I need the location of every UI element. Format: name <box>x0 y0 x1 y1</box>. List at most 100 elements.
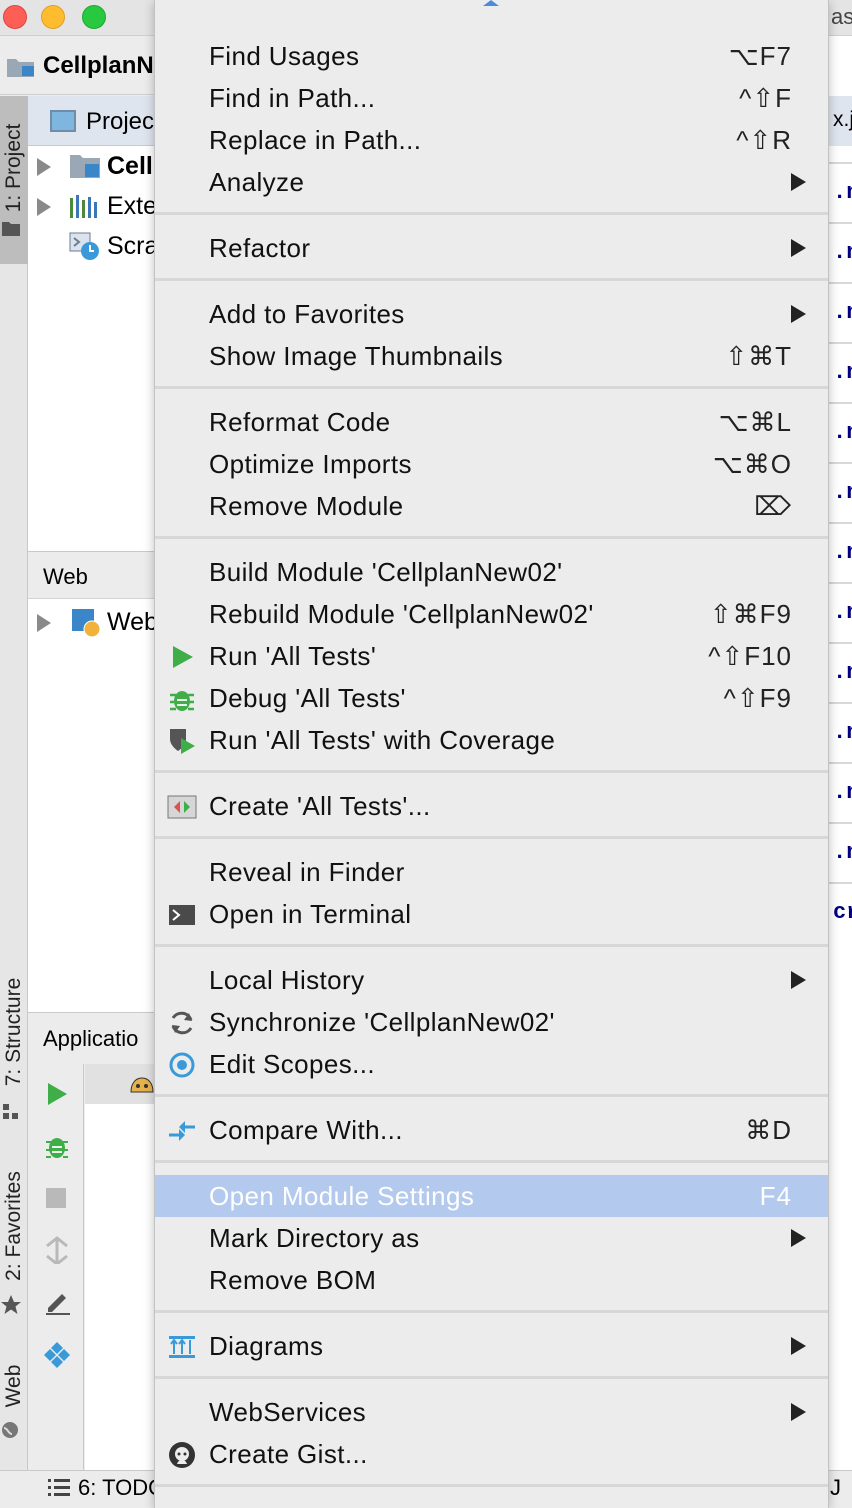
menu-item-shortcut: ^⇧F9 <box>723 683 792 713</box>
servers-icon[interactable] <box>42 1340 72 1370</box>
menu-item-local-history[interactable]: Local History <box>155 959 828 1001</box>
menu-item-label: Refactor <box>209 233 311 263</box>
status-bar-right-tab[interactable]: J <box>830 1475 841 1501</box>
menu-item-label: Analyze <box>209 167 305 197</box>
run-icon[interactable] <box>46 1082 68 1106</box>
menu-item-debug-all-tests[interactable]: Debug 'All Tests' ^⇧F9 <box>155 677 828 719</box>
menu-item-rebuild-module-cellplannew02[interactable]: Rebuild Module 'CellplanNew02' ⇧⌘F9 <box>155 593 828 635</box>
todo-list-icon <box>48 1479 70 1496</box>
code-fragment: .nl <box>833 300 852 325</box>
menu-item-open-in-terminal[interactable]: Open in Terminal <box>155 893 828 935</box>
structure-icon <box>3 1104 18 1119</box>
window-minimize-button[interactable] <box>41 5 65 29</box>
submenu-arrow-icon <box>791 305 806 323</box>
menu-separator <box>155 944 828 947</box>
globe-icon <box>2 1422 18 1438</box>
sync-icon <box>167 1008 197 1038</box>
menu-item-find-in-path[interactable]: Find in Path... ^⇧F <box>155 77 828 119</box>
editor-tab-active-label[interactable]: x.js <box>833 108 852 132</box>
menu-item-label: Show Image Thumbnails <box>209 341 504 371</box>
tree-item-scratches[interactable]: Scra <box>107 232 158 261</box>
menu-item-edit-scopes[interactable]: Edit Scopes... <box>155 1043 828 1085</box>
app-servers-content <box>85 1064 158 1470</box>
menu-item-run-all-tests[interactable]: Run 'All Tests' ^⇧F10 <box>155 635 828 677</box>
submenu-arrow-icon <box>791 1229 806 1247</box>
edit-icon[interactable] <box>44 1288 72 1316</box>
tree-expand-arrow[interactable] <box>37 198 51 216</box>
web-tree-item[interactable]: Web <box>107 608 158 637</box>
tomcat-icon <box>130 1077 154 1093</box>
code-fragment: .nl <box>833 180 852 205</box>
menu-item-remove-bom[interactable]: Remove BOM <box>155 1259 828 1301</box>
menu-item-webservices[interactable]: WebServices <box>155 1391 828 1433</box>
menu-item-open-module-settings[interactable]: Open Module Settings F4 <box>155 1175 828 1217</box>
menu-item-show-image-thumbnails[interactable]: Show Image Thumbnails ⇧⌘T <box>155 335 828 377</box>
menu-item-remove-module[interactable]: Remove Module ⌦ <box>155 485 828 527</box>
menu-item-label: Local History <box>209 965 365 995</box>
deploy-icon[interactable] <box>44 1236 70 1264</box>
menu-item-shortcut: ⌥⌘L <box>718 407 792 437</box>
menu-item-analyze[interactable]: Analyze <box>155 161 828 203</box>
menu-item-shortcut: ^⇧R <box>736 125 792 155</box>
menu-item-create-all-tests[interactable]: Create 'All Tests'... <box>155 785 828 827</box>
menu-item-mark-directory-as[interactable]: Mark Directory as <box>155 1217 828 1259</box>
menu-item-label: Build Module 'CellplanNew02' <box>209 557 563 587</box>
code-fragment: .nl <box>833 660 852 685</box>
scratches-icon <box>69 232 99 260</box>
code-line-rule <box>829 642 852 644</box>
web-module-icon <box>72 609 101 638</box>
menu-separator <box>155 278 828 281</box>
folder-icon <box>2 222 20 236</box>
menu-item-label: Open Module Settings <box>209 1181 475 1211</box>
tree-item-external-libraries[interactable]: Exte <box>107 192 157 221</box>
run-icon <box>167 642 197 672</box>
menu-item-label: Add to Favorites <box>209 299 405 329</box>
menu-item-shortcut: ⌦ <box>754 491 792 521</box>
code-fragment: .nl <box>833 720 852 745</box>
editor-tab-label[interactable]: ast <box>831 4 852 30</box>
menu-item-label: Find Usages <box>209 41 360 71</box>
todo-tool-tab[interactable]: 6: TODO <box>78 1475 165 1501</box>
menu-item-synchronize-cellplannew02[interactable]: Synchronize 'CellplanNew02' <box>155 1001 828 1043</box>
menu-item-refactor[interactable]: Refactor <box>155 227 828 269</box>
menu-item-label: Create Gist... <box>209 1439 368 1469</box>
menu-item-add-to-favorites[interactable]: Add to Favorites <box>155 293 828 335</box>
app-servers-title: Applicatio <box>43 1026 139 1051</box>
window-zoom-button[interactable] <box>82 5 106 29</box>
menu-item-label: Reformat Code <box>209 407 391 437</box>
window-close-button[interactable] <box>3 5 27 29</box>
menu-item-label: Rebuild Module 'CellplanNew02' <box>209 599 594 629</box>
menu-item-label: Run 'All Tests' <box>209 641 377 671</box>
menu-item-optimize-imports[interactable]: Optimize Imports ⌥⌘O <box>155 443 828 485</box>
app-servers-toolbar <box>28 1064 84 1470</box>
code-line-rule <box>829 822 852 824</box>
menu-item-replace-in-path[interactable]: Replace in Path... ^⇧R <box>155 119 828 161</box>
menu-item-reformat-code[interactable]: Reformat Code ⌥⌘L <box>155 401 828 443</box>
menu-separator <box>155 1310 828 1313</box>
navbar-project-name[interactable]: CellplanN <box>43 52 154 80</box>
menu-item-diagrams[interactable]: Diagrams <box>155 1325 828 1367</box>
menu-item-build-module-cellplannew02[interactable]: Build Module 'CellplanNew02' <box>155 551 828 593</box>
menu-item-find-usages[interactable]: Find Usages ⌥F7 <box>155 35 828 77</box>
project-view-selector[interactable]: Projec <box>86 108 154 136</box>
tree-expand-arrow[interactable] <box>37 158 51 176</box>
stop-icon[interactable] <box>46 1188 66 1208</box>
menu-item-reveal-in-finder[interactable]: Reveal in Finder <box>155 851 828 893</box>
menu-item-label: Open in Terminal <box>209 899 412 929</box>
menu-item-run-all-tests-with-coverage[interactable]: Run 'All Tests' with Coverage <box>155 719 828 761</box>
tool-tab-structure[interactable]: 7: Structure <box>2 978 26 1087</box>
menu-item-shortcut: ⇧⌘T <box>725 341 792 371</box>
tool-tab-web[interactable]: Web <box>2 1365 26 1408</box>
menu-item-compare-with[interactable]: Compare With... ⌘D <box>155 1109 828 1151</box>
menu-item-shortcut: ⌥F7 <box>728 41 792 71</box>
scroll-up-caret-icon[interactable] <box>483 0 499 6</box>
tool-tab-project[interactable]: 1: Project <box>2 124 26 213</box>
debug-icon[interactable] <box>44 1132 70 1160</box>
tree-item-module[interactable]: Cell <box>107 152 153 181</box>
submenu-arrow-icon <box>791 1337 806 1355</box>
tool-tab-favorites[interactable]: 2: Favorites <box>2 1171 26 1281</box>
scope-icon <box>167 1050 197 1080</box>
menu-item-create-gist[interactable]: Create Gist... <box>155 1433 828 1475</box>
tree-expand-arrow[interactable] <box>37 614 51 632</box>
submenu-arrow-icon <box>791 173 806 191</box>
